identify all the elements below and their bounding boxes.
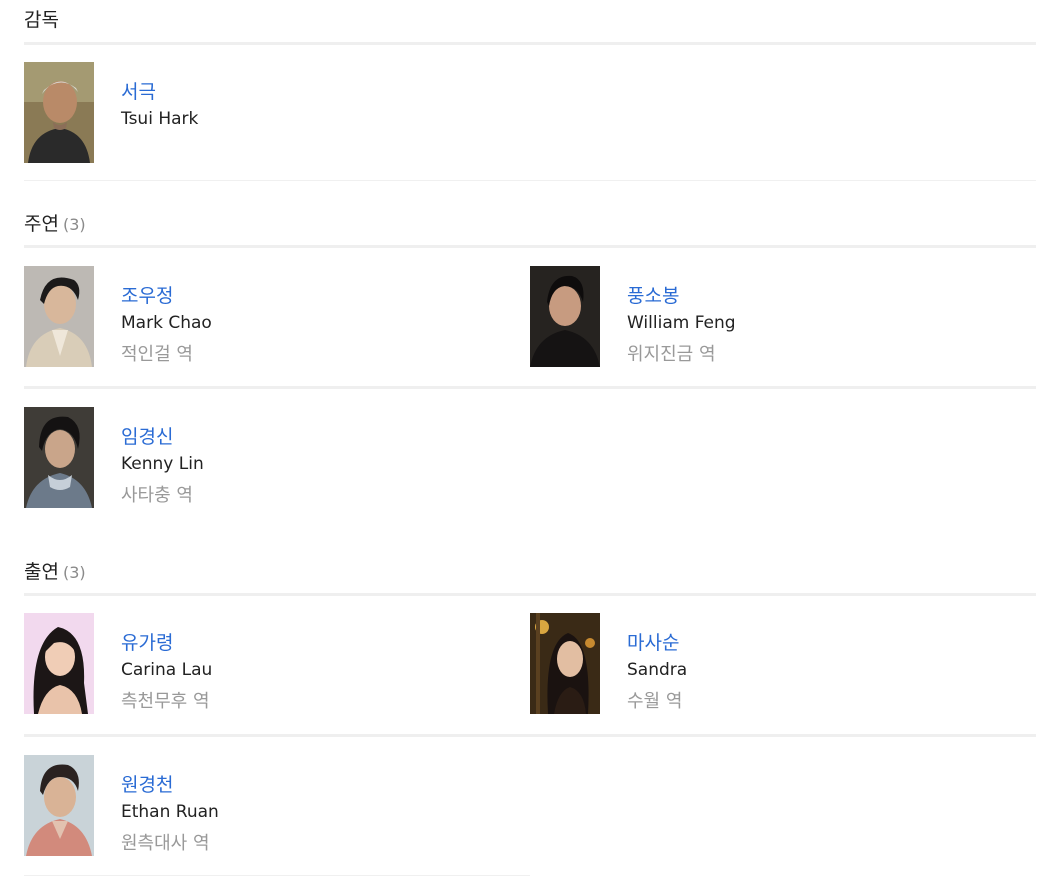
divider (24, 875, 530, 876)
section-count: (3) (62, 215, 86, 234)
person-photo[interactable] (530, 266, 600, 367)
person-photo[interactable] (24, 62, 94, 163)
divider (24, 386, 1036, 389)
section-title-supporting-label: 출연 (24, 561, 59, 583)
section-title-supporting: 출연 (3) (24, 560, 1036, 585)
section-title-director-label: 감독 (24, 9, 59, 31)
person-role: 적인걸 역 (121, 344, 193, 365)
person-name-korean[interactable]: 유가령 (121, 631, 173, 655)
section-title-director: 감독 (24, 8, 1036, 32)
person-name-korean[interactable]: 조우정 (121, 284, 173, 308)
person-name-english: Tsui Hark (121, 109, 199, 129)
person-card-supporting-2[interactable]: 마사순 Sandra 수월 역 (530, 613, 1010, 715)
person-photo[interactable] (24, 755, 94, 856)
person-role: 사타충 역 (121, 485, 193, 506)
person-card-supporting-1[interactable]: 유가령 Carina Lau 측천무후 역 (24, 613, 504, 715)
person-role: 측천무후 역 (121, 691, 210, 712)
section-title-lead: 주연 (3) (24, 212, 1036, 237)
person-name-english: William Feng (627, 313, 736, 333)
divider (24, 180, 1036, 181)
person-card-lead-2[interactable]: 풍소봉 William Feng 위지진금 역 (530, 266, 1010, 368)
person-name-english: Mark Chao (121, 313, 212, 333)
person-name-english: Sandra (627, 660, 688, 680)
person-name-english: Kenny Lin (121, 454, 204, 474)
person-photo[interactable] (530, 613, 600, 714)
divider (24, 42, 1036, 45)
person-name-korean[interactable]: 원경천 (121, 773, 173, 797)
section-title-lead-label: 주연 (24, 213, 59, 235)
person-photo[interactable] (24, 613, 94, 714)
person-photo[interactable] (24, 407, 94, 508)
person-name-korean[interactable]: 풍소봉 (627, 284, 679, 308)
person-name-korean[interactable]: 마사순 (627, 631, 679, 655)
divider (24, 593, 1036, 596)
person-role: 위지진금 역 (627, 344, 716, 365)
person-card-lead-3[interactable]: 임경신 Kenny Lin 사타충 역 (24, 407, 504, 509)
person-name-english: Carina Lau (121, 660, 213, 680)
person-role: 원측대사 역 (121, 833, 210, 854)
person-role: 수월 역 (627, 691, 683, 712)
person-name-korean[interactable]: 서극 (121, 80, 156, 104)
cast-crew-page: 감독 서극 Tsui Hark 주연 (3) 조우정 Mark Chao 적인걸… (0, 0, 1049, 877)
person-card-supporting-3[interactable]: 원경천 Ethan Ruan 원측대사 역 (24, 755, 504, 857)
divider (24, 734, 1036, 737)
person-name-english: Ethan Ruan (121, 802, 219, 822)
section-count: (3) (62, 563, 86, 582)
divider (24, 245, 1036, 248)
person-photo[interactable] (24, 266, 94, 367)
person-card-director[interactable]: 서극 Tsui Hark (24, 62, 504, 164)
person-card-lead-1[interactable]: 조우정 Mark Chao 적인걸 역 (24, 266, 504, 368)
person-name-korean[interactable]: 임경신 (121, 425, 173, 449)
